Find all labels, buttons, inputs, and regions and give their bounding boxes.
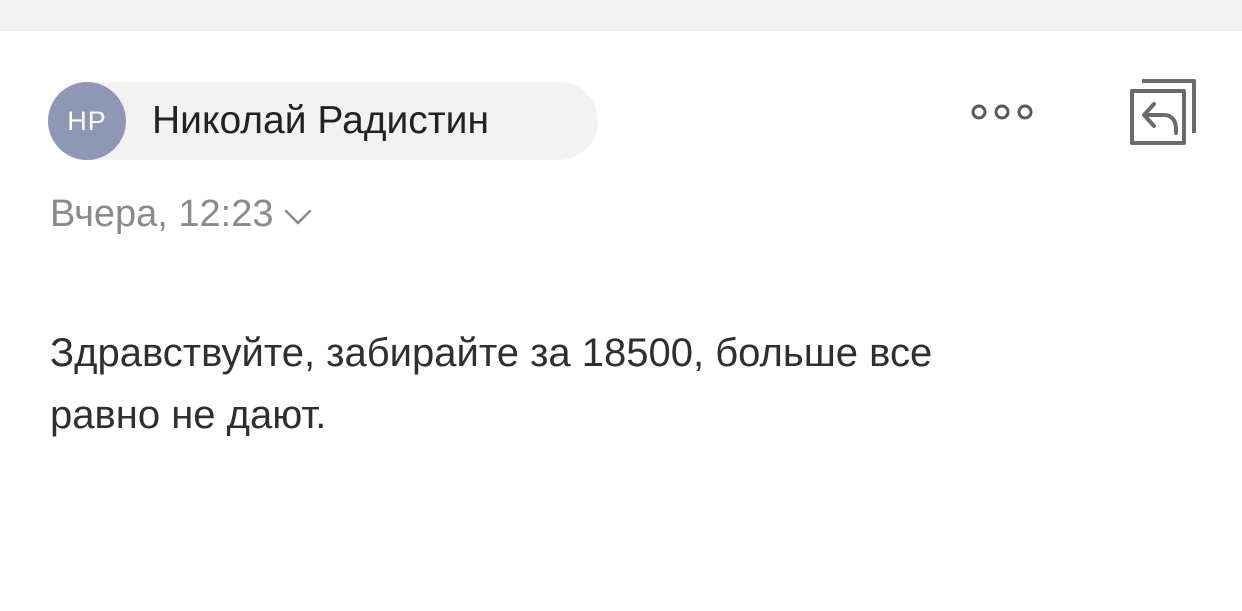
chevron-down-icon xyxy=(284,209,311,225)
avatar: HP xyxy=(48,82,126,160)
reply-icon xyxy=(1130,79,1196,145)
more-icon xyxy=(971,104,1033,120)
reply-button[interactable] xyxy=(1128,77,1200,149)
message-body: Здравствуйте, забирайте за 18500, больше… xyxy=(50,322,1170,446)
sender-chip[interactable]: HP Николай Радистин xyxy=(48,82,598,160)
message-date-row[interactable]: Вчера, 12:23 xyxy=(50,190,312,238)
top-toolbar-strip xyxy=(0,0,1242,31)
sender-name: Николай Радистин xyxy=(152,99,489,142)
message-line: Здравствуйте, забирайте за 18500, больше… xyxy=(50,331,933,375)
message-date: Вчера, 12:23 xyxy=(50,192,274,235)
more-options-button[interactable] xyxy=(962,96,1042,128)
message-line: равно не дают. xyxy=(50,393,327,437)
